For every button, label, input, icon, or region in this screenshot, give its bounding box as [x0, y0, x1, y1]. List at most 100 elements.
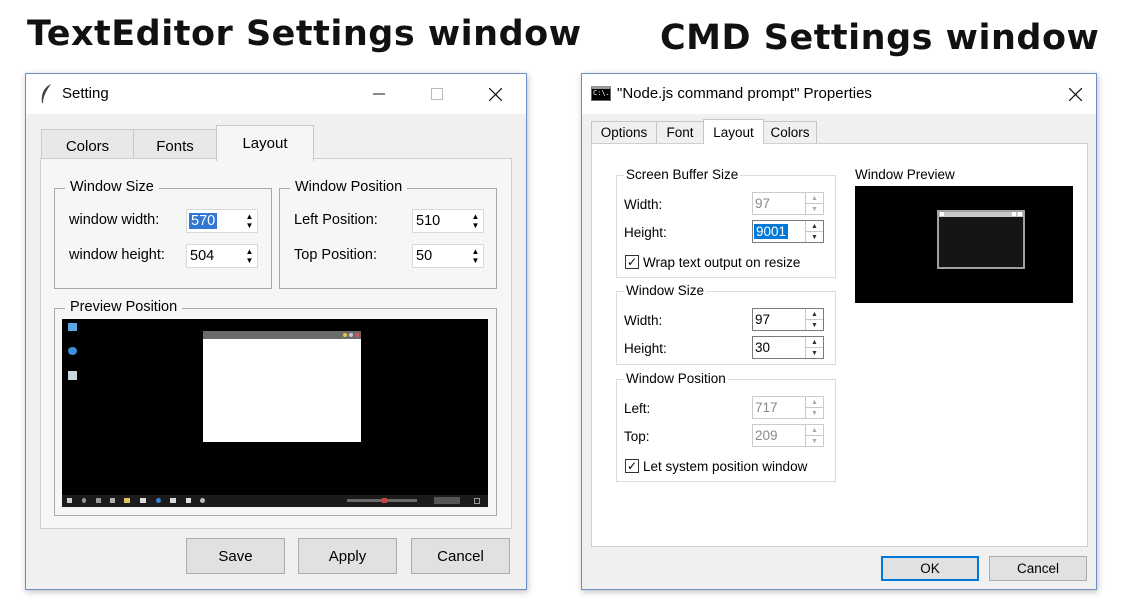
top-position-spinbox[interactable]: 50 ▲ ▼	[412, 244, 484, 268]
spin-arrows-icon[interactable]: ▲ ▼	[805, 193, 823, 214]
cmd-icon: C:\.	[591, 86, 611, 101]
minimize-button[interactable]	[356, 74, 402, 114]
preview-dot-icon	[343, 333, 347, 337]
title-bar: Setting	[26, 74, 526, 114]
maximize-icon	[431, 88, 443, 100]
save-button[interactable]: Save	[186, 538, 285, 574]
left-position-value[interactable]: 510	[413, 213, 468, 229]
window-width-spinbox[interactable]: 570 ▲ ▼	[186, 209, 258, 233]
screen-buffer-group: Screen Buffer Size Width: 97 ▲ ▼ Height: …	[616, 167, 836, 278]
top-position-label: Top Position:	[294, 247, 378, 263]
left-position-spinbox[interactable]: 510 ▲ ▼	[412, 209, 484, 233]
maximize-button[interactable]	[414, 74, 460, 114]
start-icon	[67, 498, 72, 503]
window-position-group-label: Window Position	[290, 179, 408, 195]
window-title: Setting	[62, 85, 109, 102]
spin-arrows-icon[interactable]: ▲ ▼	[805, 425, 823, 446]
spin-arrows-icon[interactable]: ▲ ▼	[242, 210, 257, 232]
top-position-value[interactable]: 50	[413, 248, 468, 264]
let-system-position-label: Let system position window	[643, 459, 808, 474]
tab-colors[interactable]: Colors	[763, 121, 817, 143]
window-title: "Node.js command prompt" Properties	[617, 85, 872, 102]
ok-button[interactable]: OK	[881, 556, 979, 581]
left-position-label: Left Position:	[294, 212, 378, 228]
buffer-width-spinbox[interactable]: 97 ▲ ▼	[752, 192, 824, 215]
spin-arrows-icon[interactable]: ▲ ▼	[242, 245, 257, 267]
top-spinbox[interactable]: 209 ▲ ▼	[752, 424, 824, 447]
taskbar-icon	[140, 498, 146, 503]
preview-position-label: Preview Position	[65, 299, 183, 315]
window-size-group: Window Size window width: 570 ▲ ▼ window …	[54, 179, 272, 289]
window-width-label: Width:	[624, 313, 663, 328]
tray-icon	[382, 498, 387, 503]
spin-arrows-icon[interactable]: ▲ ▼	[805, 309, 823, 330]
buffer-height-spinbox[interactable]: 9001 ▲ ▼	[752, 220, 824, 243]
window-height-spinbox[interactable]: 30 ▲ ▼	[752, 336, 824, 359]
window-size-label: Window Size	[624, 283, 707, 298]
apply-button[interactable]: Apply	[298, 538, 397, 574]
cancel-button[interactable]: Cancel	[411, 538, 510, 574]
preview-taskbar	[62, 495, 488, 507]
desktop-preview	[62, 319, 488, 507]
wrap-text-checkbox[interactable]: ✓	[625, 255, 639, 269]
cmd-properties-window: C:\. "Node.js command prompt" Properties…	[581, 73, 1097, 590]
left-spinbox[interactable]: 717 ▲ ▼	[752, 396, 824, 419]
notification-icon	[474, 498, 480, 504]
let-system-position-checkbox[interactable]: ✓	[625, 459, 639, 473]
taskbar-icon	[110, 498, 115, 503]
buffer-height-label: Height:	[624, 225, 667, 240]
window-preview-label: Window Preview	[855, 167, 955, 182]
cancel-button[interactable]: Cancel	[989, 556, 1087, 581]
window-width-value[interactable]: 97	[753, 312, 805, 327]
spin-arrows-icon[interactable]: ▲ ▼	[805, 397, 823, 418]
window-size-group-label: Window Size	[65, 179, 159, 195]
tab-options[interactable]: Options	[591, 121, 657, 143]
texteditor-settings-window: Setting Colors Fonts Layout Window Size …	[25, 73, 527, 590]
window-height-value[interactable]: 504	[187, 248, 242, 264]
left-label: Left:	[624, 401, 651, 416]
buffer-width-value[interactable]: 97	[753, 196, 805, 211]
spin-arrows-icon[interactable]: ▲ ▼	[468, 245, 483, 267]
taskbar-icon	[186, 498, 191, 503]
preview-window	[203, 331, 361, 442]
window-width-spinbox[interactable]: 97 ▲ ▼	[752, 308, 824, 331]
top-value[interactable]: 209	[753, 428, 805, 443]
window-position-group: Window Position Left Position: 510 ▲ ▼ To…	[279, 179, 497, 289]
tab-font[interactable]: Font	[656, 121, 704, 143]
tab-layout[interactable]: Layout	[216, 125, 314, 161]
spin-arrows-icon[interactable]: ▲ ▼	[805, 337, 823, 358]
tab-layout[interactable]: Layout	[703, 119, 764, 144]
spin-arrows-icon[interactable]: ▲ ▼	[805, 221, 823, 242]
close-icon	[1068, 87, 1082, 101]
screen-buffer-label: Screen Buffer Size	[624, 167, 741, 182]
taskbar-icon	[96, 498, 101, 503]
preview-dot-icon	[1018, 212, 1022, 216]
window-position-group: Window Position Left: 717 ▲ ▼ Top: 209 ▲ ▼…	[616, 371, 836, 482]
preview-dot-icon	[355, 333, 359, 337]
taskbar-icon	[156, 498, 161, 503]
buffer-height-value[interactable]: 9001	[754, 224, 789, 239]
minimize-icon	[373, 93, 385, 95]
heading-cmd: CMD Settings window	[660, 18, 1100, 58]
window-preview	[855, 186, 1073, 303]
taskbar-icon	[170, 498, 176, 503]
taskbar-icon	[124, 498, 130, 503]
window-position-label: Window Position	[624, 371, 728, 386]
left-value[interactable]: 717	[753, 400, 805, 415]
title-bar: C:\. "Node.js command prompt" Properties	[582, 74, 1096, 114]
spin-arrows-icon[interactable]: ▲ ▼	[468, 210, 483, 232]
feather-icon	[41, 84, 51, 103]
window-height-spinbox[interactable]: 504 ▲ ▼	[186, 244, 258, 268]
recycle-bin-icon	[68, 371, 77, 380]
layout-panel: Window Size window width: 570 ▲ ▼ window …	[40, 158, 512, 529]
layout-panel: Screen Buffer Size Width: 97 ▲ ▼ Height: …	[591, 143, 1088, 547]
taskbar-icon	[82, 498, 86, 503]
desktop-icon	[68, 347, 77, 355]
window-height-value[interactable]: 30	[753, 340, 805, 355]
buffer-width-label: Width:	[624, 197, 663, 212]
close-button[interactable]	[472, 74, 518, 114]
close-button[interactable]	[1052, 74, 1098, 114]
window-width-value[interactable]: 570	[189, 213, 218, 229]
window-height-label: Height:	[624, 341, 667, 356]
window-size-group: Window Size Width: 97 ▲ ▼ Height: 30 ▲ ▼	[616, 283, 836, 365]
